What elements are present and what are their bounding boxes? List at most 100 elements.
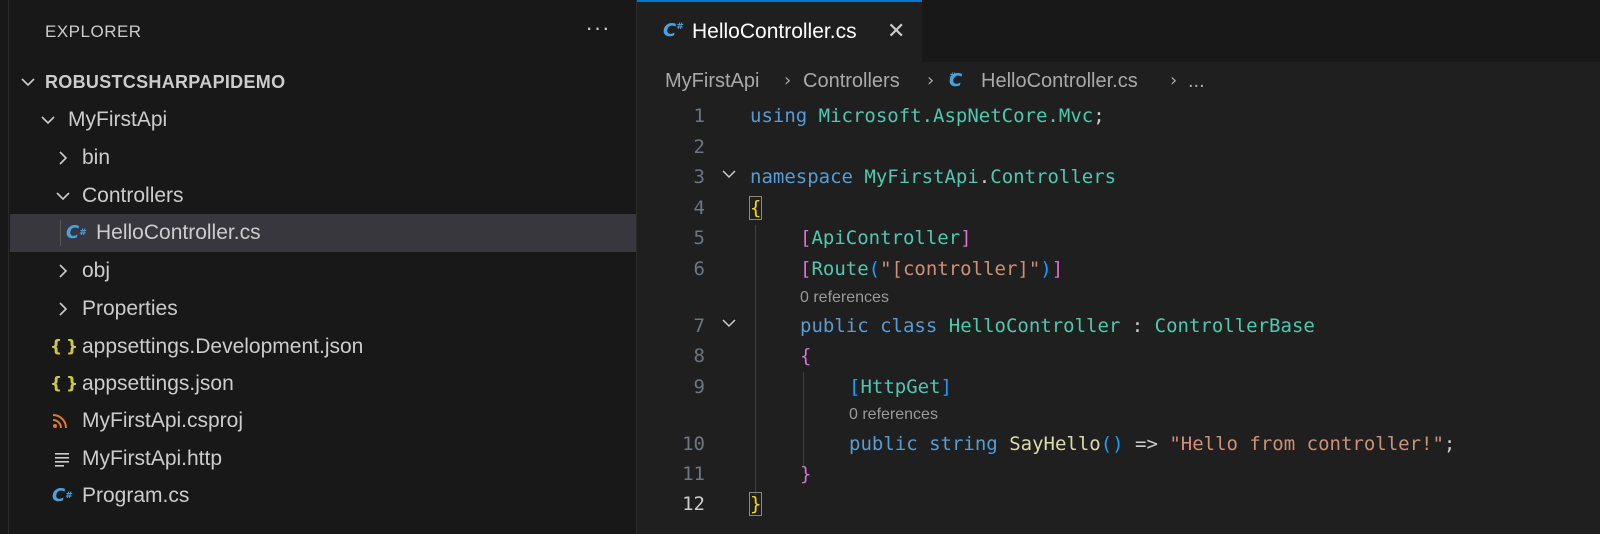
keyword: namespace — [750, 166, 853, 188]
codelens-references[interactable]: 0 references — [849, 406, 938, 424]
namespace: MyFirstApi — [864, 166, 979, 188]
code-line-12: } — [748, 492, 763, 516]
brace: } — [800, 463, 812, 485]
tree-item-label: appsettings.json — [82, 372, 234, 395]
tree-item-label: MyFirstApi.csproj — [82, 409, 244, 432]
tree-folder-properties[interactable]: Properties — [10, 290, 636, 328]
indent-guide — [803, 372, 804, 466]
tree-item-label: appsettings.Development.json — [82, 335, 364, 358]
vscode-window: EXPLORER ··· ROBUSTCSHARPAPIDEMO MyFirst… — [0, 0, 1600, 534]
csproj-file-icon — [52, 402, 68, 440]
tree-folder-obj[interactable]: obj — [10, 252, 636, 290]
method-name: SayHello — [1009, 433, 1101, 455]
tree-item-label: obj — [82, 259, 111, 282]
keyword: string — [929, 433, 998, 455]
chevron-right-icon: › — [1170, 70, 1178, 91]
bracket: [ — [849, 376, 861, 398]
breadcrumb-item-myfirstapi[interactable]: MyFirstApi — [665, 70, 759, 93]
code-line-3: namespace MyFirstApi.Controllers — [750, 166, 1116, 188]
tree-file-program[interactable]: C # Program.cs — [10, 477, 636, 515]
string: "[controller]" — [880, 258, 1041, 280]
editor-area: C# HelloController.cs ✕ MyFirstApi › Con… — [637, 0, 1600, 534]
breadcrumb-item-file[interactable]: HelloController.cs — [981, 70, 1138, 93]
csharp-file-icon: C# — [52, 485, 73, 506]
indent-guide — [60, 220, 61, 246]
brace: { — [748, 196, 763, 220]
code-line-8: { — [800, 345, 811, 367]
chevron-down-icon — [53, 177, 73, 215]
punct: : — [1120, 315, 1155, 337]
chevron-down-icon — [18, 63, 38, 101]
tree-file-hellocontroller[interactable]: C # HelloController.cs — [10, 214, 636, 252]
close-icon[interactable]: ✕ — [887, 19, 905, 44]
code-line-7: public class HelloController : Controlle… — [800, 315, 1315, 337]
more-actions-icon[interactable]: ··· — [584, 14, 612, 42]
json-file-icon: { } — [50, 337, 78, 357]
attribute: Route — [811, 258, 869, 280]
tree-folder-myfirstapi[interactable]: MyFirstApi — [10, 101, 636, 139]
explorer-title: EXPLORER — [45, 22, 142, 41]
line-number: 6 — [693, 258, 705, 280]
breadcrumb-item-more[interactable]: ... — [1188, 70, 1205, 93]
type-name: ControllerBase — [1154, 315, 1315, 337]
csharp-file-icon: C# — [663, 20, 684, 41]
line-number: 11 — [682, 463, 705, 485]
brace: { — [800, 345, 812, 367]
line-number: 1 — [693, 105, 705, 127]
bracket: ] — [960, 227, 972, 249]
line-number: 8 — [693, 345, 705, 367]
keyword: public — [800, 315, 869, 337]
json-file-icon: { } — [50, 374, 78, 394]
line-number: 12 — [682, 493, 705, 515]
fold-chevron-icon[interactable] — [721, 315, 737, 335]
tree-item-label: MyFirstApi — [68, 108, 168, 131]
code-editor[interactable]: 1 2 3 4 5 6 7 8 9 10 11 12 using Microso… — [637, 100, 1600, 534]
brace: } — [748, 492, 763, 516]
chevron-right-icon — [53, 252, 73, 290]
csharp-file-icon: C# — [949, 70, 963, 91]
chevron-right-icon: › — [927, 70, 935, 91]
activity-strip — [0, 0, 9, 534]
tree-file-csproj[interactable]: MyFirstApi.csproj — [10, 402, 636, 440]
code-line-1: using Microsoft.AspNetCore.Mvc; — [750, 105, 1105, 127]
tree-file-appsettings-dev[interactable]: { } appsettings.Development.json — [10, 328, 636, 366]
tab-hellocontroller[interactable]: C# HelloController.cs ✕ — [637, 0, 922, 62]
chevron-right-icon — [53, 290, 73, 328]
line-number: 9 — [693, 376, 705, 398]
bracket: [ — [800, 258, 812, 280]
keyword: using — [750, 105, 808, 127]
tree-folder-controllers[interactable]: Controllers — [10, 177, 636, 215]
code-line-11: } — [800, 463, 811, 485]
attribute: HttpGet — [860, 376, 941, 398]
tree-folder-bin[interactable]: bin — [10, 139, 636, 177]
tree-item-label: MyFirstApi.http — [82, 447, 223, 470]
http-file-icon — [54, 440, 70, 478]
indent-guide — [755, 225, 756, 495]
paren: () — [1100, 433, 1124, 455]
line-number: 10 — [682, 433, 705, 455]
code-line-6: [Route("[controller]")] — [800, 258, 1063, 280]
tree-file-http[interactable]: MyFirstApi.http — [10, 440, 636, 478]
tree-file-appsettings[interactable]: { } appsettings.json — [10, 365, 636, 403]
code-line-10: public string SayHello() => "Hello from … — [849, 433, 1455, 455]
punct: ; — [1093, 105, 1105, 127]
paren: ) — [1040, 258, 1052, 280]
breadcrumb-item-controllers[interactable]: Controllers — [803, 70, 900, 93]
tree-root-folder[interactable]: ROBUSTCSHARPAPIDEMO — [10, 63, 636, 101]
chevron-right-icon: › — [784, 70, 792, 91]
attribute: ApiController — [811, 227, 961, 249]
keyword: class — [880, 315, 938, 337]
tree-item-label: Controllers — [82, 184, 184, 207]
keyword: public — [849, 433, 918, 455]
namespace: Controllers — [990, 166, 1117, 188]
fold-chevron-icon[interactable] — [721, 166, 737, 186]
line-number: 4 — [693, 197, 705, 219]
bracket: ] — [1051, 258, 1064, 280]
type-name: HelloController — [948, 315, 1121, 337]
explorer-sidebar: EXPLORER ··· ROBUSTCSHARPAPIDEMO MyFirst… — [0, 0, 637, 534]
code-line-4: { — [748, 196, 763, 220]
chevron-right-icon — [53, 139, 73, 177]
line-number: 2 — [693, 136, 705, 158]
codelens-references[interactable]: 0 references — [800, 289, 889, 307]
csharp-file-icon: C# — [66, 222, 87, 243]
